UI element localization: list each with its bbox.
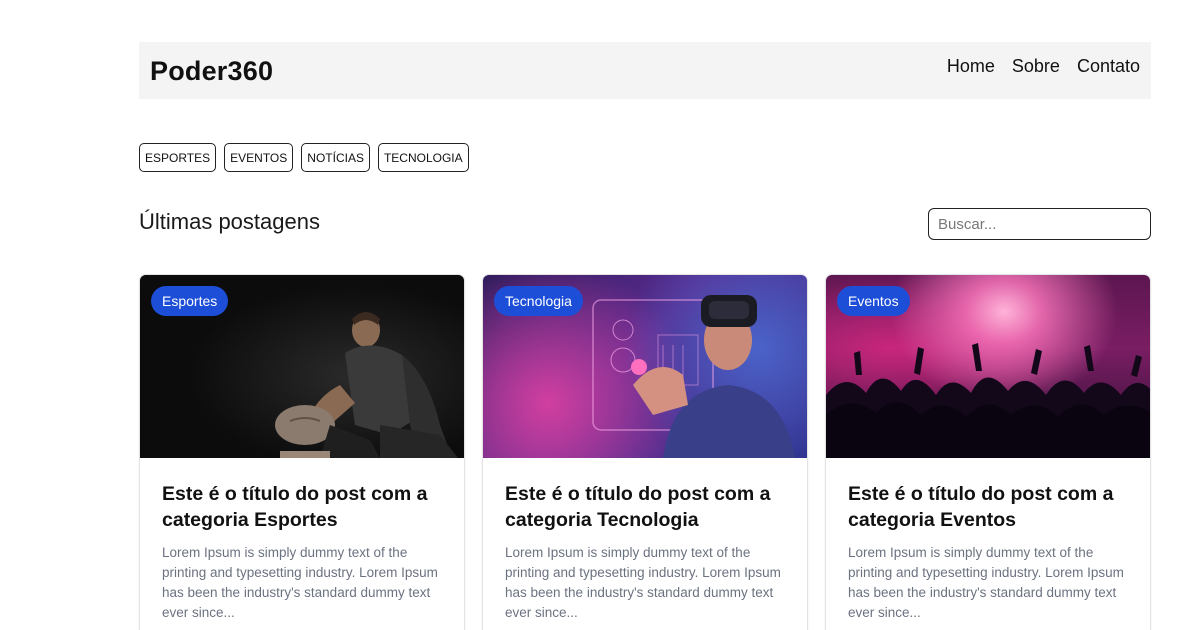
category-chip-noticias[interactable]: NOTÍCIAS [301, 143, 370, 172]
card-body: Este é o título do post com a categoria … [483, 458, 807, 623]
post-card[interactable]: Esportes Este é o título do post com a c… [139, 274, 465, 630]
post-excerpt: Lorem Ipsum is simply dummy text of the … [162, 545, 438, 620]
nav-sobre-link[interactable]: Sobre [1012, 56, 1060, 77]
section-title: Últimas postagens [139, 209, 320, 234]
post-title[interactable]: Este é o título do post com a categoria … [505, 481, 785, 533]
brand-logo[interactable]: Poder360 [150, 56, 273, 87]
vr-headset-image: Tecnologia [483, 275, 807, 458]
page: Poder360 Home Sobre Contato ESPORTES EVE… [0, 0, 1200, 630]
post-excerpt: Lorem Ipsum is simply dummy text of the … [505, 545, 781, 620]
concert-crowd-image: Eventos [826, 275, 1150, 458]
category-chip-esportes[interactable]: ESPORTES [139, 143, 217, 172]
post-title[interactable]: Este é o título do post com a categoria … [848, 481, 1128, 533]
post-card[interactable]: Eventos Este é o título do post com a ca… [825, 274, 1151, 630]
category-badge[interactable]: Eventos [837, 286, 910, 316]
post-grid: Esportes Este é o título do post com a c… [139, 274, 1151, 630]
search-input[interactable] [928, 208, 1151, 240]
category-filter: ESPORTES EVENTOS NOTÍCIAS TECNOLOGIA [139, 143, 469, 172]
main-nav: Home Sobre Contato [947, 56, 1140, 77]
post-card[interactable]: Tecnologia Este é o título do post com a… [482, 274, 808, 630]
post-title[interactable]: Este é o título do post com a categoria … [162, 481, 442, 533]
athlete-with-ball-image: Esportes [140, 275, 464, 458]
post-excerpt: Lorem Ipsum is simply dummy text of the … [848, 545, 1124, 620]
card-body: Este é o título do post com a categoria … [140, 458, 464, 623]
nav-home-link[interactable]: Home [947, 56, 995, 77]
site-header: Poder360 Home Sobre Contato [139, 42, 1151, 99]
nav-contato-link[interactable]: Contato [1077, 56, 1140, 77]
category-badge[interactable]: Esportes [151, 286, 229, 316]
category-badge[interactable]: Tecnologia [494, 286, 583, 316]
card-body: Este é o título do post com a categoria … [826, 458, 1150, 623]
category-chip-tecnologia[interactable]: TECNOLOGIA [377, 143, 469, 172]
category-chip-eventos[interactable]: EVENTOS [224, 143, 294, 172]
